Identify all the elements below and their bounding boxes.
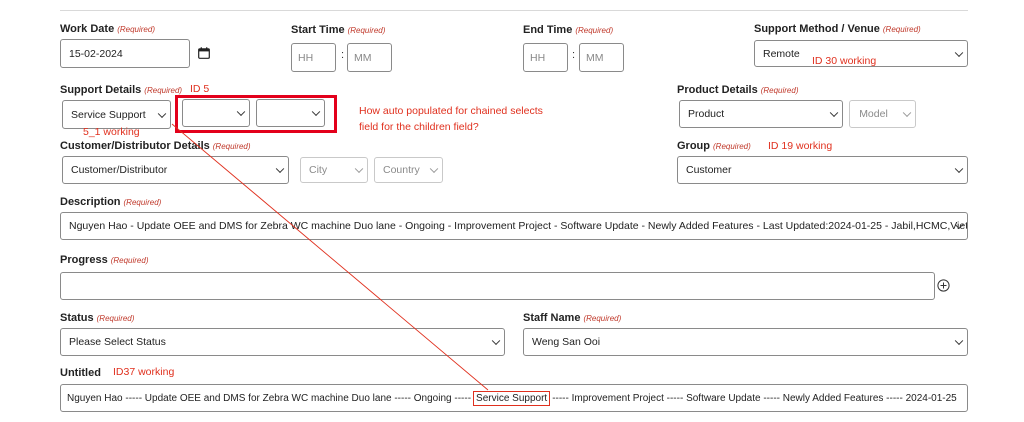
annotation-connector-line (171, 123, 489, 391)
